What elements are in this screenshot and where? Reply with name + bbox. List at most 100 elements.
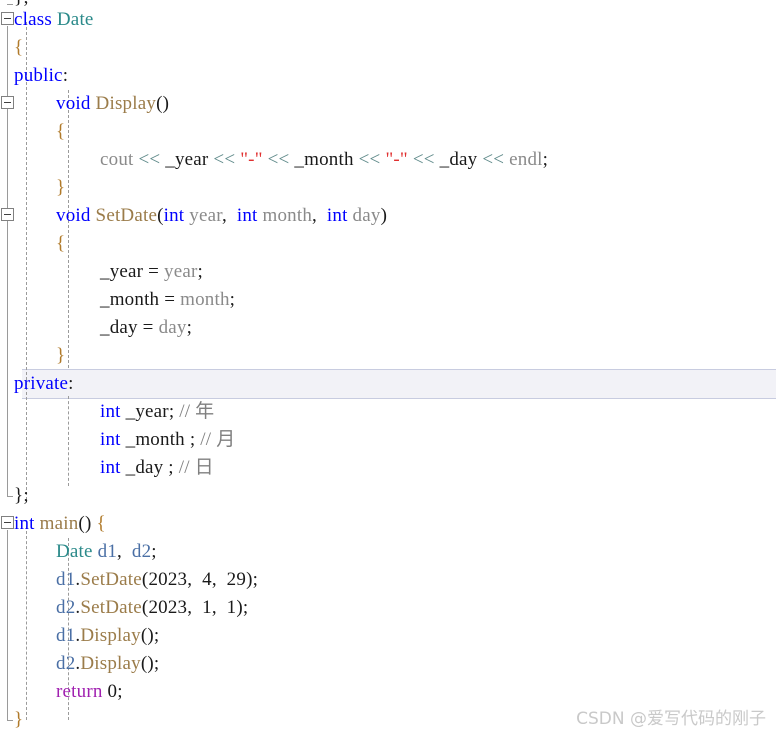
code-token: _month [294,149,354,170]
code-token: , [187,569,203,590]
code-token: ; [186,317,193,338]
code-line[interactable]: public: [0,62,776,90]
code-line[interactable]: d1.Display(); [0,622,776,650]
code-token: (); [140,653,160,674]
code-line[interactable]: d2.Display(); [0,650,776,678]
code-token: _year [125,401,169,422]
code-line[interactable]: cout << _year << "-" << _month << "-" <<… [0,146,776,174]
code-token: (); [140,625,160,646]
csdn-watermark: CSDN @爱写代码的刚子 [576,709,766,729]
code-token: int [14,513,35,534]
code-line[interactable]: d1.SetDate(2023, 4, 29); [0,566,776,594]
code-text-layer[interactable]: };class Date{public:void Display(){cout … [0,0,776,737]
code-token: , [187,597,203,618]
code-token: } [14,709,24,730]
code-token: 1 [226,597,237,618]
code-line[interactable]: int _month ; // 月 [0,426,776,454]
code-token: SetDate [80,597,142,618]
code-token: cout [100,149,134,170]
code-token: SetDate [80,569,142,590]
code-token: { [14,37,24,58]
code-token: = [137,317,159,338]
code-token: year [189,205,222,226]
code-line[interactable]: return 0; [0,678,776,706]
code-token: Display [95,93,157,114]
code-token: ; [163,457,179,478]
code-line[interactable]: int _year; // 年 [0,398,776,426]
code-line[interactable]: int _day ; // 日 [0,454,776,482]
code-token: return [56,681,103,702]
code-token: _year [165,149,209,170]
code-token: void [56,93,91,114]
code-token: _month [125,429,185,450]
code-line[interactable]: _year = year; [0,258,776,286]
code-token: month [180,289,230,310]
code-token: = [159,289,181,310]
code-token: endl [509,149,543,170]
code-token: : [62,65,69,86]
code-token: 2023 [148,569,188,590]
code-line[interactable]: }; [0,482,776,510]
code-line[interactable]: void Display() [0,90,776,118]
code-token: private [14,373,69,394]
code-token: d2 [131,541,152,562]
code-line[interactable]: } [0,342,776,370]
code-token: "-" [240,149,263,170]
code-token: int [100,429,121,450]
code-token: Date [56,9,94,30]
code-token: 0 [107,681,118,702]
code-token: ) [380,205,388,226]
code-token: ); [236,597,249,618]
code-line[interactable]: void SetDate(int year, int month, int da… [0,202,776,230]
code-token: , [211,569,227,590]
code-token: << [267,149,290,170]
code-token: SetDate [95,205,158,226]
code-token: 2023 [148,597,188,618]
code-token: Date [56,541,93,562]
code-token: ; [117,681,123,702]
code-line[interactable]: } [0,174,776,202]
code-token: 29 [226,569,247,590]
code-line[interactable]: { [0,34,776,62]
code-token: day [352,205,381,226]
code-line[interactable]: Date d1, d2; [0,538,776,566]
code-token: d2 [56,653,76,674]
code-token: year [164,261,198,282]
code-token: d1 [97,541,118,562]
code-line[interactable]: d2.SetDate(2023, 1, 1); [0,594,776,622]
code-line[interactable]: _month = month; [0,286,776,314]
code-token: "-" [385,149,408,170]
code-token: int [100,457,121,478]
code-token: int [100,401,121,422]
code-token: _day [100,317,138,338]
code-token: << [358,149,381,170]
code-token: ; [151,541,157,562]
code-line[interactable]: class Date [0,6,776,34]
code-token: { [96,513,106,534]
code-token: () [78,513,97,534]
code-token: , [211,597,227,618]
code-token: }; [14,485,29,506]
code-token: _day [125,457,164,478]
code-token: () [156,93,170,114]
code-token: // 月 [200,429,236,450]
code-line[interactable]: int main() { [0,510,776,538]
code-line[interactable]: { [0,230,776,258]
code-editor[interactable]: };class Date{public:void Display(){cout … [0,0,776,737]
code-token: int [236,205,258,226]
code-line[interactable]: private: [0,370,776,398]
code-token: , [312,205,327,226]
code-token: d1 [56,625,76,646]
code-token: int [163,205,185,226]
code-token: int [326,205,348,226]
code-line[interactable]: _day = day; [0,314,776,342]
code-token: _year [100,261,144,282]
code-token: ; [184,429,201,450]
code-token: = [143,261,165,282]
code-line[interactable]: { [0,118,776,146]
code-token: ; [229,289,236,310]
code-token: _day [439,149,478,170]
code-token: { [56,121,66,142]
code-token: d1 [56,569,76,590]
code-token: public [14,65,63,86]
